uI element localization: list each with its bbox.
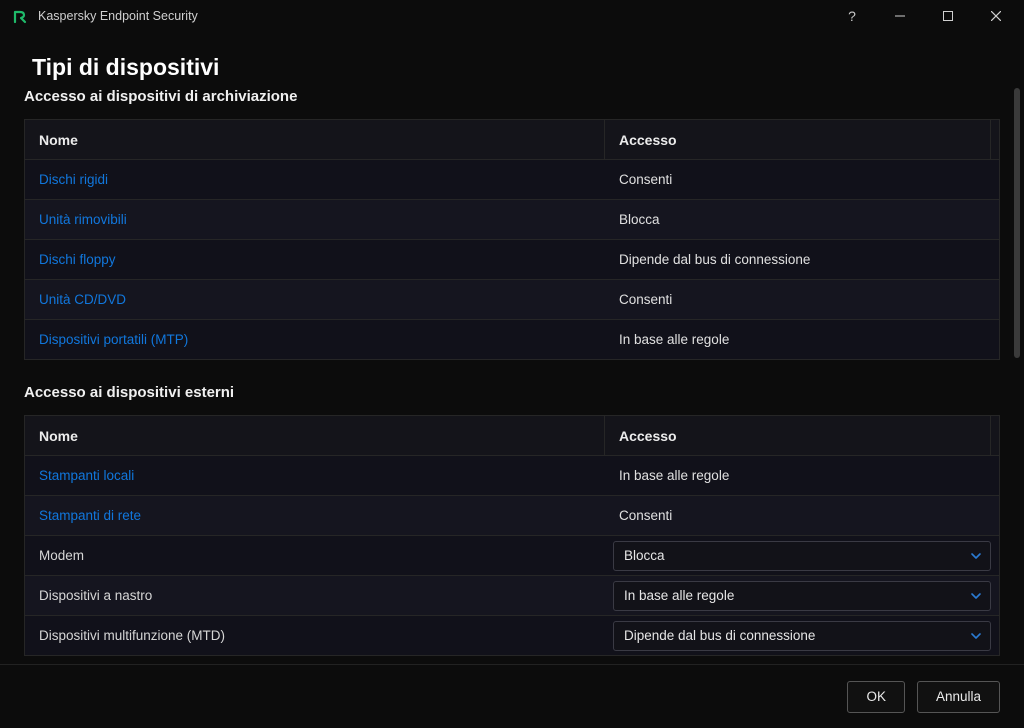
device-access-cell: In base alle regole xyxy=(605,456,999,495)
app-title: Kaspersky Endpoint Security xyxy=(38,9,198,23)
device-access-cell: Dipende dal bus di connessione xyxy=(605,616,999,655)
table-row[interactable]: Stampanti locali In base alle regole xyxy=(25,456,999,496)
device-link[interactable]: Dischi floppy xyxy=(39,252,116,267)
app-logo-icon xyxy=(12,8,28,24)
col-header-access[interactable]: Accesso xyxy=(605,120,991,159)
minimize-button[interactable] xyxy=(876,0,924,32)
help-button[interactable]: ? xyxy=(828,0,876,32)
device-access-cell: Blocca xyxy=(605,536,999,575)
device-access-cell: In base alle regole xyxy=(605,320,999,359)
access-select-value: Blocca xyxy=(624,548,665,563)
access-select[interactable]: Dipende dal bus di connessione xyxy=(613,621,991,651)
section-header-storage: Accesso ai dispositivi di archiviazione xyxy=(24,88,1000,105)
device-access-cell: Blocca xyxy=(605,200,999,239)
maximize-button[interactable] xyxy=(924,0,972,32)
table-header: Nome Accesso xyxy=(25,120,999,160)
table-row[interactable]: Dischi rigidi Consenti xyxy=(25,160,999,200)
device-access-cell: In base alle regole xyxy=(605,576,999,615)
table-row[interactable]: Dispositivi portatili (MTP) In base alle … xyxy=(25,320,999,360)
col-header-spacer xyxy=(991,416,999,455)
close-button[interactable] xyxy=(972,0,1020,32)
device-link[interactable]: Stampanti locali xyxy=(39,468,134,483)
device-access-cell: Consenti xyxy=(605,496,999,535)
device-name-cell: Unità CD/DVD xyxy=(25,280,605,319)
device-link[interactable]: Unità CD/DVD xyxy=(39,292,126,307)
device-link[interactable]: Dischi rigidi xyxy=(39,172,108,187)
table-row[interactable]: Stampanti di rete Consenti xyxy=(25,496,999,536)
table-header: Nome Accesso xyxy=(25,416,999,456)
device-name-cell: Dispositivi portatili (MTP) xyxy=(25,320,605,359)
table-row[interactable]: Unità CD/DVD Consenti xyxy=(25,280,999,320)
cancel-button[interactable]: Annulla xyxy=(917,681,1000,713)
access-select-value: Dipende dal bus di connessione xyxy=(624,628,815,643)
scrollbar-thumb[interactable] xyxy=(1014,88,1020,358)
device-link[interactable]: Stampanti di rete xyxy=(39,508,141,523)
table-row[interactable]: Dischi floppy Dipende dal bus di connessi… xyxy=(25,240,999,280)
device-name-text: Dispositivi a nastro xyxy=(39,588,152,603)
device-access-cell: Dipende dal bus di connessione xyxy=(605,240,999,279)
col-header-name[interactable]: Nome xyxy=(25,120,605,159)
device-name-cell: Modem xyxy=(25,536,605,575)
device-link[interactable]: Dispositivi portatili (MTP) xyxy=(39,332,188,347)
device-access-cell: Consenti xyxy=(605,160,999,199)
device-name-text: Modem xyxy=(39,548,84,563)
col-header-access[interactable]: Accesso xyxy=(605,416,991,455)
device-name-cell: Dischi rigidi xyxy=(25,160,605,199)
device-link[interactable]: Unità rimovibili xyxy=(39,212,127,227)
table-row[interactable]: Unità rimovibili Blocca xyxy=(25,200,999,240)
chevron-down-icon xyxy=(970,550,982,562)
device-name-cell: Dispositivi multifunzione (MTD) xyxy=(25,616,605,655)
col-header-name[interactable]: Nome xyxy=(25,416,605,455)
external-rows: Stampanti localiIn base alle regoleStamp… xyxy=(25,456,999,656)
storage-devices-table: Nome Accesso Dischi rigidiConsentiUnità … xyxy=(24,119,1000,360)
device-name-text: Dispositivi multifunzione (MTD) xyxy=(39,628,225,643)
chevron-down-icon xyxy=(970,590,982,602)
section-header-external: Accesso ai dispositivi esterni xyxy=(24,384,1000,401)
device-name-cell: Dischi floppy xyxy=(25,240,605,279)
ok-button[interactable]: OK xyxy=(847,681,905,713)
device-name-cell: Stampanti locali xyxy=(25,456,605,495)
table-row[interactable]: Dispositivi multifunzione (MTD) Dipende d… xyxy=(25,616,999,656)
col-header-spacer xyxy=(991,120,999,159)
footer-bar: OK Annulla xyxy=(0,664,1024,728)
device-name-cell: Dispositivi a nastro xyxy=(25,576,605,615)
scroll-area: Accesso ai dispositivi di archiviazione … xyxy=(0,88,1024,664)
device-access-cell: Consenti xyxy=(605,280,999,319)
device-name-cell: Unità rimovibili xyxy=(25,200,605,239)
chevron-down-icon xyxy=(970,630,982,642)
title-bar: Kaspersky Endpoint Security ? xyxy=(0,0,1024,32)
table-row[interactable]: Modem Blocca xyxy=(25,536,999,576)
access-select[interactable]: In base alle regole xyxy=(613,581,991,611)
access-select-value: In base alle regole xyxy=(624,588,734,603)
table-row[interactable]: Dispositivi a nastro In base alle regole xyxy=(25,576,999,616)
device-name-cell: Stampanti di rete xyxy=(25,496,605,535)
access-select[interactable]: Blocca xyxy=(613,541,991,571)
storage-rows: Dischi rigidi Consenti Unità rimovibili Blo… xyxy=(25,160,999,360)
external-devices-table: Nome Accesso Stampanti locali In base all… xyxy=(24,415,1000,656)
